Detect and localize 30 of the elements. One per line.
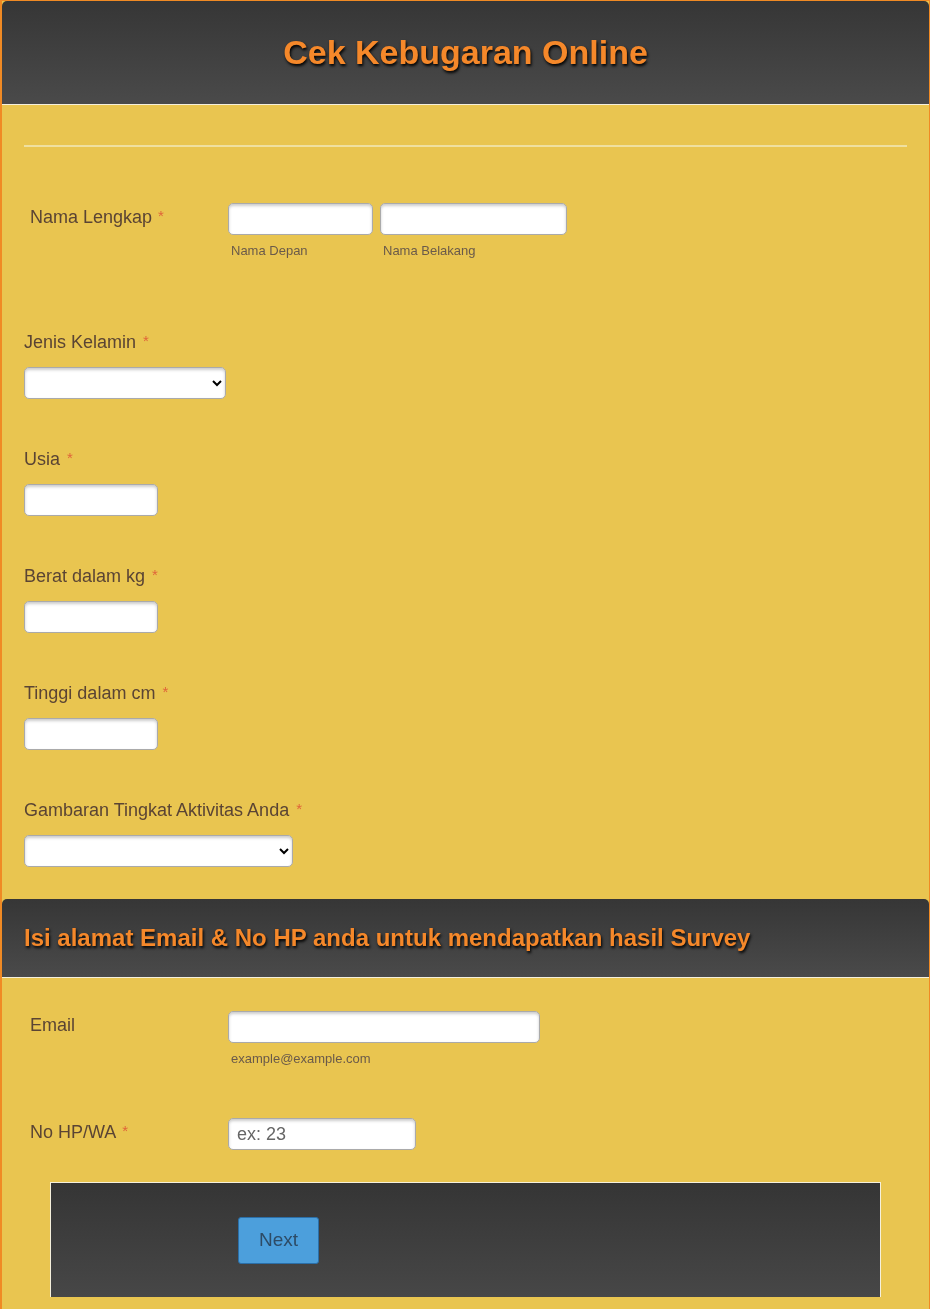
email-field[interactable] [228, 1011, 540, 1043]
required-mark: * [67, 449, 73, 468]
number-field[interactable] [24, 718, 158, 750]
required-mark: * [152, 566, 158, 585]
section-title: Isi alamat Email & No HP anda untuk mendapatkan hasil Survey [24, 924, 751, 952]
field-label: Nama Lengkap [30, 207, 153, 229]
required-mark: * [122, 1122, 129, 1141]
number-field[interactable] [24, 484, 158, 516]
dropdown-field[interactable] [24, 835, 293, 867]
required-mark: * [162, 683, 169, 702]
first-name-field[interactable] [228, 203, 373, 235]
field-label: Gambaran Tingkat Aktivitas Anda [24, 800, 290, 820]
field-label: Email [30, 1015, 75, 1037]
phone-field[interactable]: ex: 23 [228, 1118, 416, 1150]
field-sublabel: Nama Depan [230, 243, 309, 258]
required-mark: * [143, 332, 149, 351]
number-field[interactable] [24, 601, 158, 633]
form-title: Cek Kebugaran Online [283, 33, 648, 72]
field-label: Tinggi dalam cm [24, 683, 156, 703]
field-label: Usia [24, 449, 60, 469]
field-label: No HP/WA [30, 1122, 117, 1144]
field-sublabel: Nama Belakang [382, 243, 477, 258]
required-mark: * [158, 207, 164, 226]
field-label: Jenis Kelamin [24, 332, 137, 352]
next-button[interactable]: Next [238, 1216, 319, 1264]
field-sublabel: example@example.com [230, 1051, 372, 1066]
last-name-field[interactable] [380, 203, 567, 235]
required-mark: * [296, 800, 302, 819]
dropdown-field[interactable] [24, 367, 226, 399]
field-label: Berat dalam kg [24, 566, 146, 586]
